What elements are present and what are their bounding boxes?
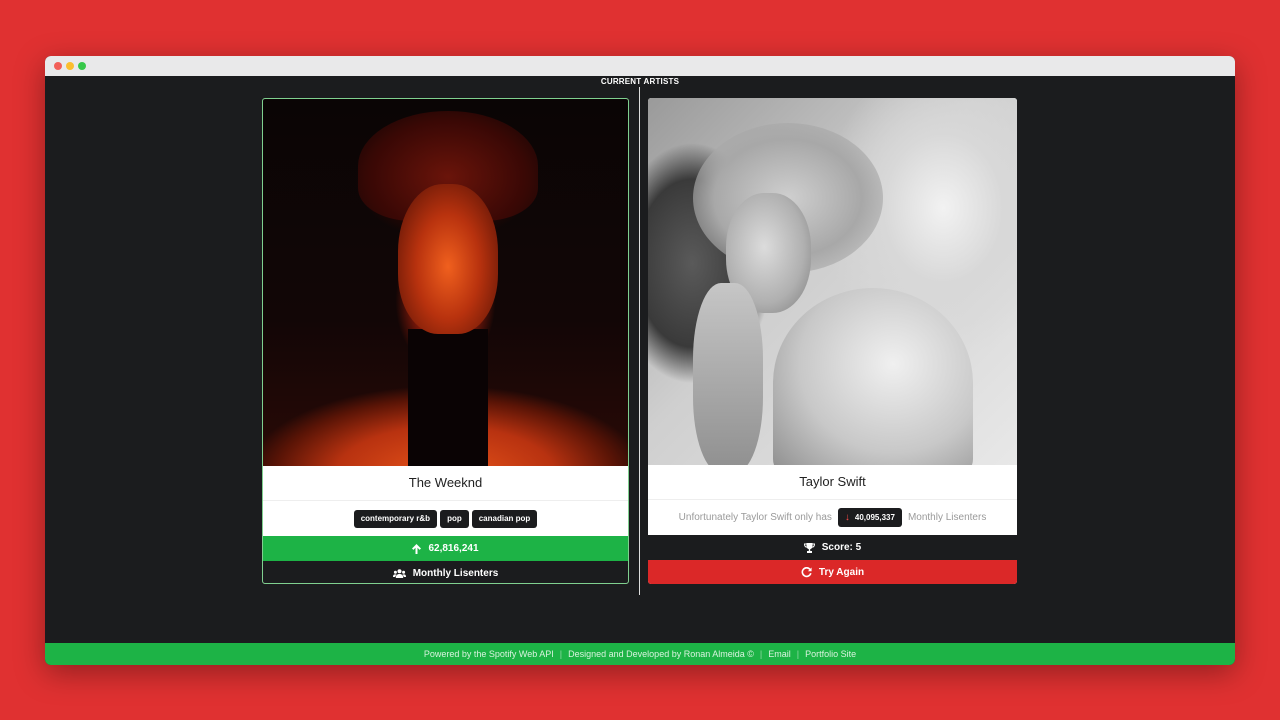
- artist-card-right: Taylor Swift Unfortunately Taylor Swift …: [648, 98, 1017, 584]
- try-again-button[interactable]: Try Again: [648, 560, 1017, 584]
- genre-tags: contemporary r&b pop canadian pop: [263, 501, 628, 536]
- footer-separator: |: [796, 649, 800, 659]
- artist-photo: [648, 98, 1017, 465]
- artist-photo: [263, 99, 628, 466]
- listeners-label-bar: Monthly Lisenters: [263, 561, 628, 583]
- artist-name: The Weeknd: [263, 466, 628, 501]
- arrow-up-icon: [412, 543, 422, 554]
- score-label: Score: 5: [821, 542, 862, 553]
- redo-icon: [801, 567, 812, 578]
- result-prefix: Unfortunately Taylor Swift only has: [678, 512, 832, 523]
- close-window-icon[interactable]: [54, 62, 62, 70]
- footer-separator: |: [559, 649, 563, 659]
- footer-email-link[interactable]: Email: [768, 649, 791, 659]
- trophy-icon: [803, 542, 815, 553]
- genre-tag: canadian pop: [471, 509, 538, 528]
- window-titlebar: [45, 56, 1235, 76]
- genre-tag: pop: [440, 509, 469, 528]
- listeners-count-bar: 62,816,241: [263, 536, 628, 561]
- listeners-count: 62,816,241: [428, 543, 479, 554]
- maximize-window-icon[interactable]: [78, 62, 86, 70]
- section-title: CURRENT ARTISTS: [600, 77, 680, 86]
- try-again-label: Try Again: [818, 567, 865, 578]
- result-message: Unfortunately Taylor Swift only has ↓ 40…: [648, 500, 1017, 535]
- vertical-divider: [639, 87, 640, 595]
- listeners-count-badge: ↓ 40,095,337: [837, 508, 902, 527]
- artist-card-left: The Weeknd contemporary r&b pop canadian…: [262, 98, 629, 584]
- footer-powered-by: Powered by the Spotify Web API: [423, 649, 554, 659]
- artist-name: Taylor Swift: [648, 465, 1017, 500]
- browser-window: CURRENT ARTISTS The Weeknd contemporary …: [45, 56, 1235, 665]
- listeners-count: 40,095,337: [854, 513, 895, 522]
- minimize-window-icon[interactable]: [66, 62, 74, 70]
- score-bar: Score: 5: [648, 535, 1017, 560]
- footer-portfolio-link[interactable]: Portfolio Site: [805, 649, 856, 659]
- footer-separator: |: [759, 649, 763, 659]
- arrow-down-icon: ↓: [844, 511, 850, 523]
- users-icon: [392, 569, 406, 578]
- result-suffix: Monthly Lisenters: [907, 512, 987, 523]
- listeners-label: Monthly Lisenters: [412, 568, 499, 579]
- footer: Powered by the Spotify Web API | Designe…: [45, 643, 1235, 665]
- footer-credit: Designed and Developed by Ronan Almeida …: [568, 649, 754, 659]
- genre-tag: contemporary r&b: [353, 509, 438, 528]
